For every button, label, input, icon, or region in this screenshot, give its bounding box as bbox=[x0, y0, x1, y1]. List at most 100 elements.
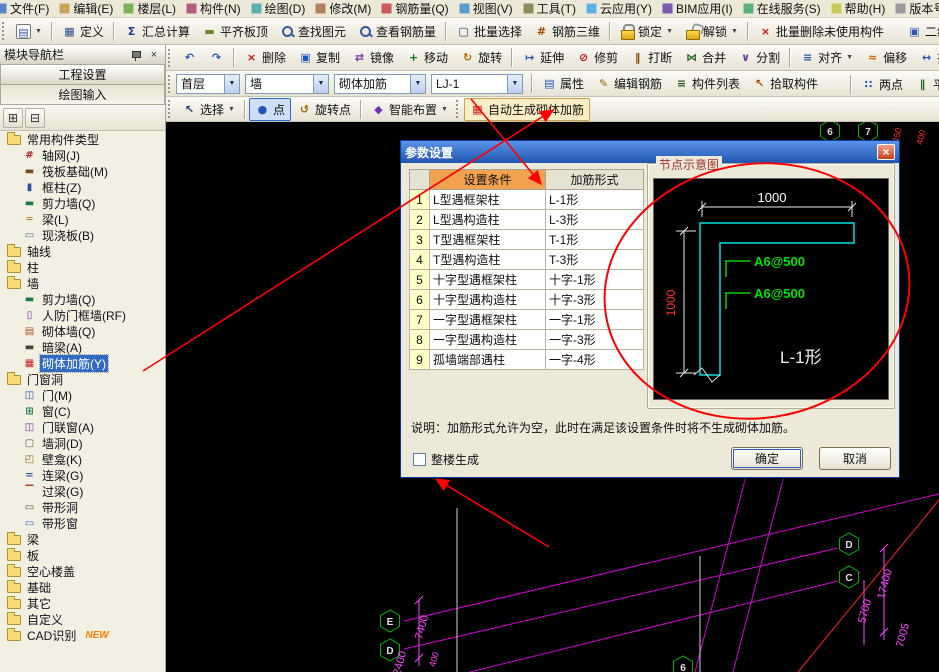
rotate-point-button[interactable]: ↺ 旋转点 bbox=[291, 98, 357, 121]
list-button[interactable]: ≡ 构件列表 bbox=[668, 72, 746, 95]
rotate-button[interactable]: ↻ 旋转 bbox=[454, 46, 508, 69]
row-number-cell[interactable]: 9 bbox=[409, 349, 430, 370]
combo-component[interactable]: LJ-1 ▼ bbox=[431, 73, 523, 94]
tree-item-梁(L)[interactable]: ═ 梁(L) bbox=[0, 211, 165, 227]
tree-item-现浇板(B)[interactable]: ▭ 现浇板(B) bbox=[0, 227, 165, 243]
align-slab-button[interactable]: ▬ 平齐板顶 bbox=[196, 20, 274, 43]
tree-item-常用构件类型[interactable]: 常用构件类型 bbox=[0, 131, 165, 147]
form-cell[interactable]: 十字-1形 bbox=[545, 269, 644, 290]
combo-subcategory[interactable]: 砌体加筋 ▼ bbox=[334, 73, 426, 94]
menu-item-tools[interactable]: 工具(T) bbox=[518, 0, 581, 17]
rebar-3d-button[interactable]: # 钢筋三维 bbox=[528, 20, 606, 43]
condition-cell[interactable]: T型遇框架柱 bbox=[429, 229, 546, 250]
undo-button[interactable]: ↶ bbox=[176, 47, 203, 68]
new-button[interactable]: ▤ ▼ bbox=[10, 21, 48, 42]
tree-item-门(M)[interactable]: ◫ 门(M) bbox=[0, 387, 165, 403]
row-number-cell[interactable]: 6 bbox=[409, 289, 430, 310]
tree-item-壁龛(K)[interactable]: ◰ 壁龛(K) bbox=[0, 451, 165, 467]
ok-button[interactable]: 确定 bbox=[731, 447, 803, 470]
auto-generate-masonry-rebar-button[interactable]: ▦ 自动生成砌体加筋 bbox=[463, 97, 590, 121]
batch-delete-button[interactable]: × 批量删除未使用构件 bbox=[752, 20, 890, 43]
second-view-button[interactable]: ▣ 二维 bbox=[901, 20, 939, 43]
redo-button[interactable]: ↷ bbox=[203, 47, 230, 68]
tree-item-门联窗(A)[interactable]: ◫ 门联窗(A) bbox=[0, 419, 165, 435]
table-row[interactable]: 6 十字型遇构造柱 十字-3形 bbox=[409, 289, 644, 310]
tree-item-自定义[interactable]: 自定义 bbox=[0, 611, 165, 627]
break-button[interactable]: ‖ 打断 bbox=[624, 46, 678, 69]
table-row[interactable]: 5 十字型遇框架柱 十字-1形 bbox=[409, 269, 644, 290]
smart-button[interactable]: ◆ 智能布置 ▼ bbox=[365, 98, 454, 121]
condition-cell[interactable]: 孤墙端部遇柱 bbox=[429, 349, 546, 370]
define-button[interactable]: ▦ 定义 bbox=[56, 20, 110, 43]
column-header-condition[interactable]: 设置条件 bbox=[429, 169, 546, 190]
merge-button[interactable]: ⋈ 合并 bbox=[678, 46, 732, 69]
tree-item-CAD识别[interactable]: CAD识别 NEW bbox=[0, 627, 165, 643]
edit-rebar-button[interactable]: ✎ 编辑钢筋 bbox=[590, 72, 668, 95]
table-row[interactable]: 9 孤墙端部遇柱 一字-4形 bbox=[409, 349, 644, 370]
tree-item-窗(C)[interactable]: ⊞ 窗(C) bbox=[0, 403, 165, 419]
menu-item-online-service[interactable]: 在线服务(S) bbox=[738, 0, 826, 17]
select-button[interactable]: ↖ 选择 ▼ bbox=[176, 98, 241, 121]
two-point-button[interactable]: ∷ 两点 bbox=[855, 73, 909, 96]
tree-item-轴网(J)[interactable]: # 轴网(J) bbox=[0, 147, 165, 163]
row-number-cell[interactable]: 4 bbox=[409, 249, 430, 270]
pick-button[interactable]: ↖ 拾取构件 bbox=[746, 72, 824, 95]
toolbar-grip[interactable] bbox=[2, 22, 6, 40]
tree-item-带形洞[interactable]: ▭ 带形洞 bbox=[0, 499, 165, 515]
tree-item-空心楼盖[interactable]: 空心楼盖 bbox=[0, 563, 165, 579]
tree-item-基础[interactable]: 基础 bbox=[0, 579, 165, 595]
form-cell[interactable]: L-3形 bbox=[545, 209, 644, 230]
chevron-down-icon[interactable]: ▼ bbox=[224, 74, 239, 93]
tree-item-人防门框墙(RF)[interactable]: ▯ 人防门框墙(RF) bbox=[0, 307, 165, 323]
row-number-cell[interactable]: 3 bbox=[409, 229, 430, 250]
row-number-cell[interactable]: 1 bbox=[409, 189, 430, 210]
tree-item-带形窗[interactable]: ▭ 带形窗 bbox=[0, 515, 165, 531]
panel-close-button[interactable]: × bbox=[147, 48, 161, 62]
menu-item-draw[interactable]: 绘图(D) bbox=[246, 0, 311, 17]
condition-cell[interactable]: T型遇构造柱 bbox=[429, 249, 546, 270]
table-row[interactable]: 3 T型遇框架柱 T-1形 bbox=[409, 229, 644, 250]
tree-item-过梁(G)[interactable]: ▔ 过梁(G) bbox=[0, 483, 165, 499]
condition-cell[interactable]: 十字型遇框架柱 bbox=[429, 269, 546, 290]
chevron-down-icon[interactable]: ▼ bbox=[313, 74, 328, 93]
combo-floor[interactable]: 首层 ▼ bbox=[176, 73, 240, 94]
combo-category[interactable]: 墙 ▼ bbox=[245, 73, 329, 94]
whole-building-generate-option[interactable]: 整楼生成 bbox=[413, 451, 479, 468]
dialog-close-button[interactable]: × bbox=[877, 144, 895, 160]
menu-item-edit[interactable]: 编辑(E) bbox=[54, 0, 118, 17]
batch-select-button[interactable]: ▢ 批量选择 bbox=[450, 20, 528, 43]
tree-item-其它[interactable]: 其它 bbox=[0, 595, 165, 611]
toolbar-grip[interactable] bbox=[168, 48, 172, 67]
pin-button[interactable] bbox=[129, 48, 143, 62]
unlock-button[interactable]: 解锁 ▼ bbox=[679, 20, 744, 43]
table-row[interactable]: 8 一字型遇构造柱 一字-3形 bbox=[409, 329, 644, 350]
corner-header-cell[interactable] bbox=[409, 169, 430, 190]
dialog-titlebar[interactable]: 参数设置 × bbox=[401, 141, 899, 163]
form-cell[interactable]: 十字-3形 bbox=[545, 289, 644, 310]
condition-cell[interactable]: 十字型遇构造柱 bbox=[429, 289, 546, 310]
column-header-form[interactable]: 加筋形式 bbox=[545, 169, 644, 190]
toolbar-grip[interactable] bbox=[168, 74, 172, 93]
toolbar-grip[interactable] bbox=[168, 100, 172, 118]
extend-button[interactable]: ↦ 延伸 bbox=[516, 46, 570, 69]
menu-item-floor[interactable]: 楼层(L) bbox=[118, 0, 181, 17]
tree-item-筏板基础(M)[interactable]: ▬ 筏板基础(M) bbox=[0, 163, 165, 179]
row-number-cell[interactable]: 7 bbox=[409, 309, 430, 330]
condition-cell[interactable]: L型遇框架柱 bbox=[429, 189, 546, 210]
chevron-down-icon[interactable]: ▼ bbox=[507, 74, 522, 93]
form-cell[interactable]: 一字-3形 bbox=[545, 329, 644, 350]
stretch-button[interactable]: ↔拉伸 bbox=[913, 46, 939, 69]
offset-button[interactable]: ≈ 偏移 bbox=[859, 46, 913, 69]
table-row[interactable]: 1 L型遇框架柱 L-1形 bbox=[409, 189, 644, 210]
menu-item-component[interactable]: 构件(N) bbox=[181, 0, 246, 17]
tree-item-柱[interactable]: 柱 bbox=[0, 259, 165, 275]
condition-cell[interactable]: L型遇构造柱 bbox=[429, 209, 546, 230]
expand-all-button[interactable]: ⊞ bbox=[3, 107, 23, 128]
menu-item-rebar-quantity[interactable]: 钢筋量(Q) bbox=[376, 0, 453, 17]
menu-item-modify[interactable]: 修改(M) bbox=[310, 0, 376, 17]
search-button[interactable]: 查找图元 bbox=[274, 20, 352, 43]
toolbar-grip[interactable] bbox=[455, 100, 460, 118]
section-button-project-settings[interactable]: 工程设置 bbox=[0, 65, 165, 85]
tree-item-轴线[interactable]: 轴线 bbox=[0, 243, 165, 259]
tree-item-暗梁(A)[interactable]: ▬ 暗梁(A) bbox=[0, 339, 165, 355]
